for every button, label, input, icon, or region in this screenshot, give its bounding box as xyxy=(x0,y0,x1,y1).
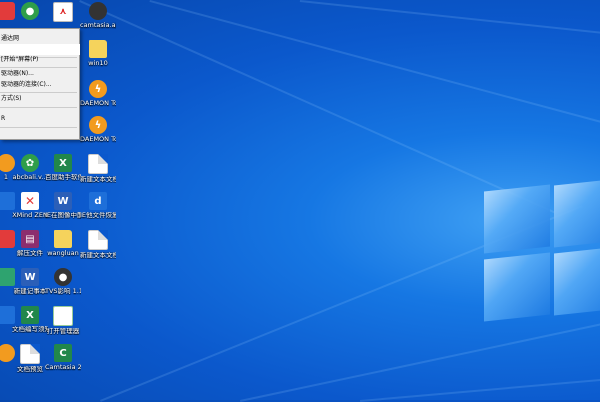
camtasia-icon xyxy=(89,2,107,20)
menu-item[interactable]: 驱动器(N)... xyxy=(0,68,80,79)
menu-item[interactable]: 方式(S) xyxy=(0,93,80,104)
folder-icon xyxy=(89,40,107,58)
menu-item[interactable]: [开始"屏幕(P) xyxy=(0,54,80,65)
text-file-icon xyxy=(88,230,108,250)
desktop-icon[interactable]: X 百度助手软件 问题及解决... xyxy=(45,154,81,181)
desktop-icon[interactable]: X 文档编写须知 xyxy=(12,306,48,333)
green-app-icon: ✿ xyxy=(21,154,39,172)
word-icon: W xyxy=(21,268,39,286)
menu-item[interactable]: 驱动器的连接(C)... xyxy=(0,79,80,90)
desktop-icon[interactable]: ⋏ xyxy=(45,2,81,24)
desktop-icon[interactable]: 打开管理器 xyxy=(45,306,81,335)
desktop-icon[interactable]: ● xyxy=(12,2,48,22)
desktop-icon[interactable]: ϟ DAEMON Tools Lite xyxy=(80,116,116,143)
excel-icon: X xyxy=(21,306,39,324)
blue-app-icon: d xyxy=(89,192,107,210)
sheet-icon xyxy=(53,306,73,326)
desktop-icon[interactable]: 文档预览 xyxy=(12,344,48,373)
text-file-icon xyxy=(88,154,108,174)
windows-logo xyxy=(480,178,600,338)
text-file-icon xyxy=(20,344,40,364)
daemon-tools-icon: ϟ xyxy=(89,80,107,98)
desktop-icon[interactable]: camtasia.ap... xyxy=(80,2,116,29)
desktop-icon[interactable]: ✿ abcbali.v... xyxy=(12,154,48,181)
desktop-icon[interactable]: ✕ XMind ZEN xyxy=(12,192,48,219)
excel-icon: X xyxy=(54,154,72,172)
pdf-icon: ⋏ xyxy=(53,2,73,22)
camtasia-green-icon: C xyxy=(54,344,72,362)
desktop-icon[interactable]: W 新建记事本 xyxy=(12,268,48,295)
menu-separator xyxy=(0,107,77,108)
desktop-icon[interactable]: d IE他文件恢复... xyxy=(80,192,116,219)
wechat-icon: ● xyxy=(21,2,39,20)
desktop-icon[interactable]: wangluan xyxy=(45,230,81,257)
light-beam xyxy=(360,377,600,402)
xmind-icon: ✕ xyxy=(21,192,39,210)
folder-icon xyxy=(54,230,72,248)
desktop-icon[interactable]: ϟ DAEMON Tools Lite xyxy=(80,80,116,107)
menu-item[interactable]: 通达网 xyxy=(0,33,80,44)
word-icon: W xyxy=(54,192,72,210)
desktop-icon[interactable]: 新建文本文档 (2) xyxy=(80,230,116,259)
menu-item[interactable]: R xyxy=(0,113,80,124)
light-beam xyxy=(299,0,600,35)
desktop-icon[interactable]: ● TVS影响 1.13693... xyxy=(45,268,81,295)
context-menu: 通达网 [开始"屏幕(P) 驱动器(N)... 驱动器的连接(C)... 方式(… xyxy=(0,28,80,140)
desktop-icon[interactable]: W IE在图像中配置... xyxy=(45,192,81,219)
desktop-icon[interactable]: C Camtasia 2019 xyxy=(45,344,81,371)
media-icon: ● xyxy=(54,268,72,286)
desktop-icon[interactable]: win10 xyxy=(80,40,116,67)
menu-separator xyxy=(0,127,77,128)
winrar-icon: ▤ xyxy=(21,230,39,248)
desktop-icon[interactable]: ▤ 解压文件 xyxy=(12,230,48,257)
daemon-tools-icon: ϟ xyxy=(89,116,107,134)
desktop-icon[interactable]: 新建文本文档 xyxy=(80,154,116,183)
